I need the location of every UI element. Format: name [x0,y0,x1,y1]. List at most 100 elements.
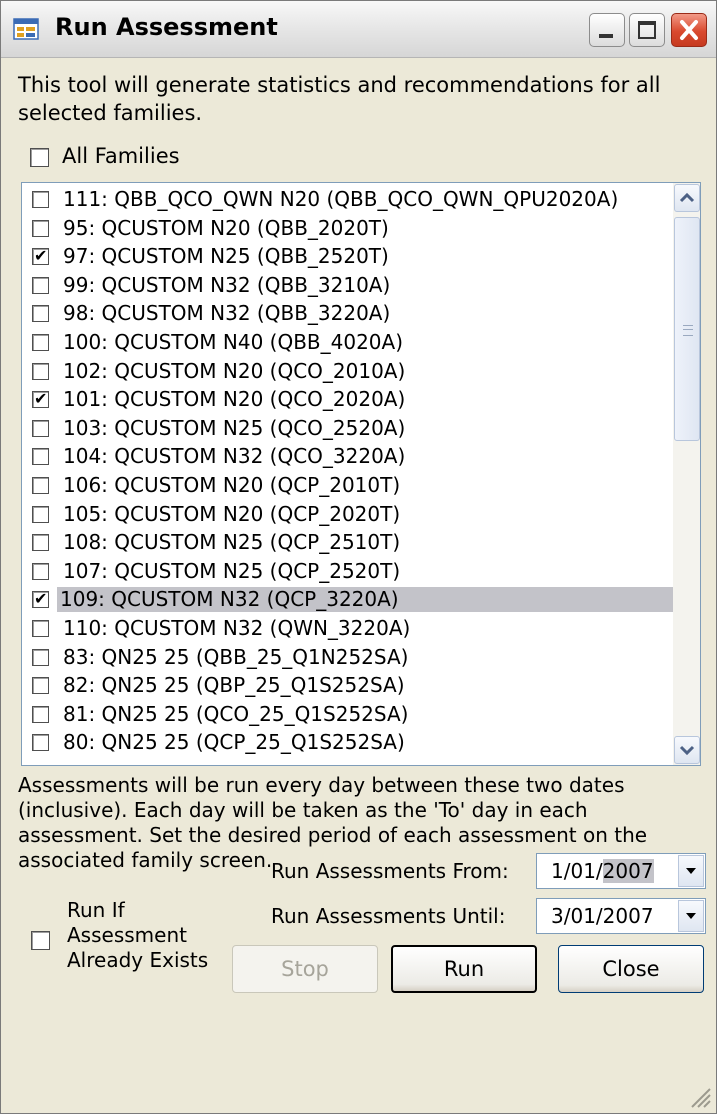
family-checkbox[interactable]: ✔ [32,589,49,609]
family-label: 83: QN25 25 (QBB_25_Q1N252SA) [63,644,409,669]
run-if-exists-label-line: Run If [67,898,125,922]
family-label: 97: QCUSTOM N25 (QBB_2520T) [63,244,389,269]
grip-icon [683,325,693,336]
family-label: 80: QN25 25 (QCP_25_Q1S252SA) [63,730,405,755]
date-until-picker[interactable]: 3/01/2007 [536,898,706,934]
family-checkbox[interactable] [32,276,49,294]
family-list-item[interactable]: 105: QCUSTOM N20 (QCP_2020T) [22,500,673,529]
family-label: 99: QCUSTOM N32 (QBB_3210A) [63,272,391,297]
family-checkbox[interactable] [32,448,49,466]
maximize-button[interactable] [629,13,665,47]
family-label: 100: QCUSTOM N40 (QBB_4020A) [63,330,404,354]
chevron-down-icon [679,745,695,756]
date-from-picker[interactable]: 1/01/2007 [536,853,706,889]
family-checkbox[interactable] [32,305,49,323]
minimize-icon [599,34,613,38]
family-label: 95: QCUSTOM N20 (QBB_2020T) [63,215,389,240]
family-list-item[interactable]: 103: QCUSTOM N25 (QCO_2520A) [22,414,673,443]
family-list-item[interactable]: 110: QCUSTOM N32 (QWN_3220A) [22,614,673,643]
families-checklist[interactable]: 111: QBB_QCO_QWN N20 (QBB_QCO_QWN_QPU202… [21,182,701,766]
stop-button[interactable]: Stop [232,945,378,993]
family-list-item[interactable]: 108: QCUSTOM N25 (QCP_2510T) [22,528,673,557]
date-from-label: Run Assessments From: [271,859,509,883]
family-list-item[interactable]: ✔ 109: QCUSTOM N32 (QCP_3220A) [22,585,676,614]
window-title: Run Assessment [55,13,278,41]
family-label: 109: QCUSTOM N32 (QCP_3220A) [57,587,676,613]
scroll-thumb[interactable] [674,217,700,441]
date-from-year-selected: 2007 [602,859,654,883]
family-checkbox[interactable] [32,734,49,752]
family-checkbox[interactable] [32,534,49,552]
family-list-item[interactable]: 83: QN25 25 (QBB_25_Q1N252SA) [22,643,673,672]
close-window-button[interactable] [671,13,707,47]
title-bar[interactable]: Run Assessment [1,1,716,58]
family-list-item[interactable]: 111: QBB_QCO_QWN N20 (QBB_QCO_QWN_QPU202… [22,185,673,214]
date-from-dropdown-button[interactable] [678,855,704,887]
checkmark-icon: ✔ [34,589,48,609]
family-list-item[interactable]: ✔ 97: QCUSTOM N25 (QBB_2520T) [22,242,673,271]
date-until-value[interactable]: 3/01/2007 [551,904,654,928]
family-label: 107: QCUSTOM N25 (QCP_2520T) [63,558,401,583]
family-checkbox[interactable] [32,191,49,208]
scroll-up-button[interactable] [674,184,700,212]
family-checkbox[interactable] [32,334,49,351]
family-list-item[interactable]: 107: QCUSTOM N25 (QCP_2520T) [22,557,673,586]
vertical-scrollbar[interactable] [673,183,700,765]
family-checkbox[interactable] [32,477,49,494]
family-label: 105: QCUSTOM N20 (QCP_2020T) [63,501,401,526]
family-label: 82: QN25 25 (QBP_25_Q1S252SA) [63,673,405,698]
family-list-item[interactable]: 82: QN25 25 (QBP_25_Q1S252SA) [22,671,673,700]
form-icon [13,18,39,40]
run-if-exists-checkbox[interactable] [31,931,50,950]
family-checkbox[interactable] [32,419,49,437]
family-checkbox[interactable]: ✔ [32,248,49,266]
resize-grip-icon[interactable] [688,1085,712,1109]
family-list-item[interactable]: 106: QCUSTOM N20 (QCP_2010T) [22,471,673,500]
family-list-item[interactable]: 81: QN25 25 (QCO_25_Q1S252SA) [22,700,673,729]
family-label: 111: QBB_QCO_QWN N20 (QBB_QCO_QWN_QPU202… [63,187,619,211]
run-button[interactable]: Run [391,945,537,993]
run-assessment-window: Run Assessment This tool will generate s… [0,0,717,1114]
family-list-item[interactable]: 102: QCUSTOM N20 (QCO_2010A) [22,357,673,386]
all-families-checkbox[interactable] [30,148,49,167]
minimize-button[interactable] [589,13,625,47]
family-checkbox[interactable] [32,362,49,380]
family-list-item[interactable]: 100: QCUSTOM N40 (QBB_4020A) [22,328,673,357]
family-label: 103: QCUSTOM N25 (QCO_2520A) [63,415,406,440]
family-list-item[interactable]: 95: QCUSTOM N20 (QBB_2020T) [22,214,673,243]
run-if-exists-label: Run If Assessment Already Exists [67,898,208,973]
family-list-item[interactable]: 99: QCUSTOM N32 (QBB_3210A) [22,271,673,300]
run-if-exists-label-line: Assessment [67,923,187,947]
all-families-label: All Families [62,144,180,168]
family-checkbox[interactable] [32,219,49,237]
family-checkbox[interactable] [32,505,49,523]
close-icon [680,20,698,40]
family-label: 81: QN25 25 (QCO_25_Q1S252SA) [63,701,409,726]
intro-text: This tool will generate statistics and r… [18,73,661,125]
family-label: 106: QCUSTOM N20 (QCP_2010T) [63,473,401,497]
family-label: 104: QCUSTOM N32 (QCO_3220A) [63,444,406,469]
family-checkbox[interactable] [32,562,49,580]
family-list-item[interactable]: 80: QN25 25 (QCP_25_Q1S252SA) [22,728,673,757]
checkmark-icon: ✔ [34,389,48,409]
date-from-value[interactable]: 1/01/2007 [551,859,654,883]
maximize-icon [638,21,656,39]
date-until-dropdown-button[interactable] [678,900,704,932]
family-label: 98: QCUSTOM N32 (QBB_3220A) [63,301,391,326]
family-label: 108: QCUSTOM N25 (QCP_2510T) [63,530,401,555]
scroll-down-button[interactable] [674,736,700,764]
close-button[interactable]: Close [558,945,704,993]
family-list-item[interactable]: ✔ 101: QCUSTOM N20 (QCO_2020A) [22,385,673,414]
family-checkbox[interactable] [32,648,49,666]
date-until-label: Run Assessments Until: [271,904,506,928]
dropdown-arrow-icon [686,868,696,874]
family-checkbox[interactable] [32,677,49,695]
family-label: 110: QCUSTOM N32 (QWN_3220A) [63,616,411,640]
family-label: 101: QCUSTOM N20 (QCO_2020A) [63,387,406,412]
family-checkbox[interactable] [32,705,49,723]
family-checkbox[interactable] [32,620,49,637]
family-label: 102: QCUSTOM N20 (QCO_2010A) [63,358,406,383]
family-list-item[interactable]: 104: QCUSTOM N32 (QCO_3220A) [22,442,673,471]
family-checkbox[interactable]: ✔ [32,389,49,409]
family-list-item[interactable]: 98: QCUSTOM N32 (QBB_3220A) [22,299,673,328]
